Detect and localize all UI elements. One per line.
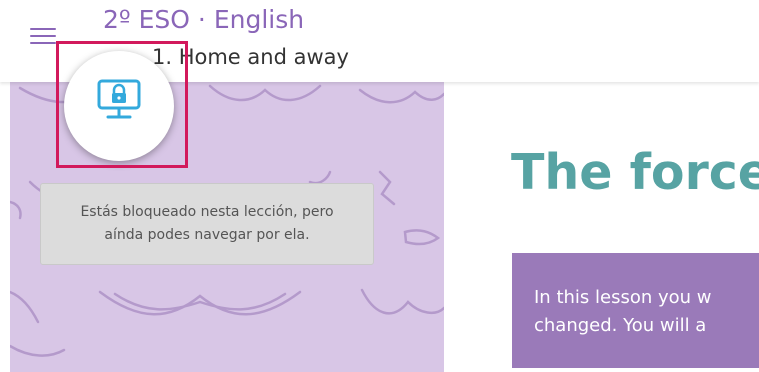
lesson-intro-box: In this lesson you w changed. You will a bbox=[512, 253, 759, 368]
lock-highlight-frame bbox=[56, 41, 188, 168]
intro-line-1: In this lesson you w bbox=[534, 287, 712, 308]
intro-line-2: changed. You will a bbox=[534, 315, 707, 336]
menu-icon[interactable] bbox=[30, 26, 56, 46]
lesson-title: The force bbox=[511, 144, 759, 201]
tooltip-line-1: Estás bloqueado nesta lección, pero bbox=[80, 204, 334, 220]
tooltip-line-2: aínda podes navegar por ela. bbox=[104, 227, 310, 243]
course-title: 2º ESO · English bbox=[103, 5, 305, 34]
locked-lesson-tooltip: Estás bloqueado nesta lección, pero aínd… bbox=[40, 183, 374, 265]
